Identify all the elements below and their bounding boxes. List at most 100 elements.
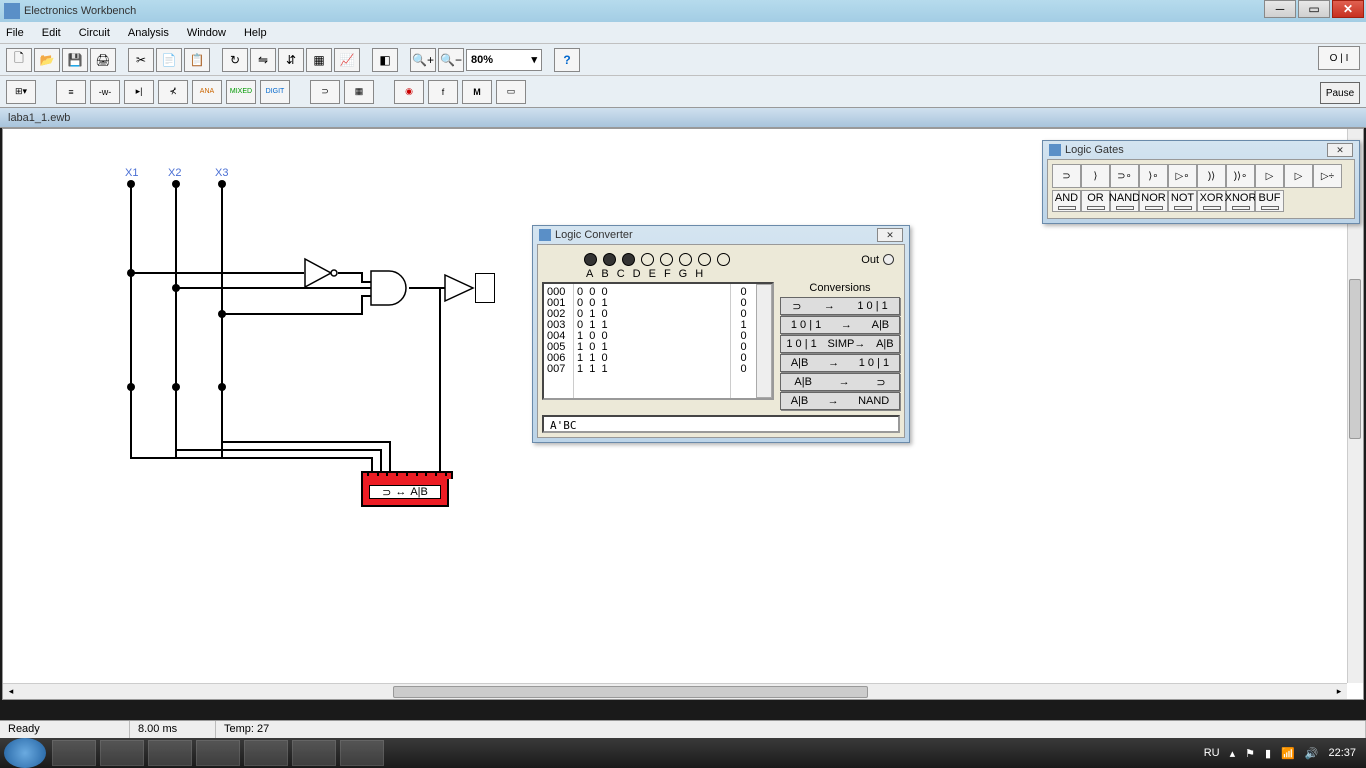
gate-and-2[interactable]: ⊃ — [1052, 164, 1081, 188]
terminal-g[interactable] — [698, 253, 711, 266]
volume-icon[interactable]: 🔊 — [1305, 747, 1319, 760]
gate-label-xor[interactable]: XOR — [1197, 190, 1226, 212]
gate-tri[interactable]: ▷ — [1284, 164, 1313, 188]
battery-icon[interactable]: ▮ — [1265, 747, 1271, 760]
cut-button[interactable]: ✂ — [128, 48, 154, 72]
component-button[interactable]: ◧ — [372, 48, 398, 72]
flag-icon[interactable]: ⚑ — [1245, 747, 1255, 760]
zoom-in-button[interactable]: 🔍+ — [410, 48, 436, 72]
gate-label-and[interactable]: AND — [1052, 190, 1081, 212]
terminal-a[interactable] — [584, 253, 597, 266]
gate-xor-2[interactable]: )⟩ — [1197, 164, 1226, 188]
horizontal-scrollbar[interactable]: ◂▸ — [3, 683, 1347, 699]
task-item[interactable] — [244, 740, 288, 766]
conversion-button-5[interactable]: A|B→NAND — [780, 392, 900, 410]
terminal-h[interactable] — [717, 253, 730, 266]
zoom-out-button[interactable]: 🔍− — [438, 48, 464, 72]
table-scrollbar[interactable] — [756, 284, 772, 398]
task-item[interactable] — [292, 740, 336, 766]
conversion-button-1[interactable]: 1 0 | 1→A|B — [780, 316, 900, 334]
truth-table[interactable]: 000001002003004005006007 0 0 00 0 10 1 0… — [542, 282, 774, 400]
menu-analysis[interactable]: Analysis — [128, 27, 169, 39]
terminal-e[interactable] — [660, 253, 673, 266]
expression-field[interactable]: A'BC — [542, 415, 900, 433]
and-gate[interactable] — [369, 269, 411, 307]
tray-lang[interactable]: RU — [1204, 747, 1220, 759]
terminal-f[interactable] — [679, 253, 692, 266]
minimize-button[interactable]: ─ — [1264, 0, 1296, 18]
conversion-button-0[interactable]: ⊃→1 0 | 1 — [780, 297, 900, 315]
task-item[interactable] — [100, 740, 144, 766]
rotate-button[interactable]: ↻ — [222, 48, 248, 72]
not-gate[interactable] — [303, 257, 339, 289]
gate-label-not[interactable]: NOT — [1168, 190, 1197, 212]
gate-label-or[interactable]: OR — [1081, 190, 1110, 212]
indicators-button[interactable]: ◉ — [394, 80, 424, 104]
gate-not[interactable]: ▷∘ — [1168, 164, 1197, 188]
gate-nand-2[interactable]: ⊃∘ — [1110, 164, 1139, 188]
maximize-button[interactable]: ▭ — [1298, 0, 1330, 18]
zoom-select[interactable]: 80%▾ — [466, 49, 542, 71]
tray-clock[interactable]: 22:37 — [1328, 747, 1356, 759]
gate-xnor-2[interactable]: )⟩∘ — [1226, 164, 1255, 188]
menu-window[interactable]: Window — [187, 27, 226, 39]
gate-label-buf[interactable]: BUF — [1255, 190, 1284, 212]
wifi-icon[interactable]: 📶 — [1281, 747, 1295, 760]
terminal-b[interactable] — [603, 253, 616, 266]
menu-circuit[interactable]: Circuit — [79, 27, 110, 39]
subcircuit-button[interactable]: ▦ — [306, 48, 332, 72]
start-button[interactable] — [4, 738, 46, 768]
favorites-button[interactable]: ⊞▾ — [6, 80, 36, 104]
task-item[interactable] — [52, 740, 96, 766]
pause-button[interactable]: Pause — [1320, 82, 1360, 104]
logic-converter-module[interactable]: ⊃↔A|B — [361, 477, 449, 507]
gate-label-nand[interactable]: NAND — [1110, 190, 1139, 212]
gate-label-xnor[interactable]: XNOR — [1226, 190, 1255, 212]
gate-nor-2[interactable]: ⟩∘ — [1139, 164, 1168, 188]
gate-tri-inv[interactable]: ▷÷ — [1313, 164, 1342, 188]
chevron-up-icon[interactable]: ▴ — [1230, 747, 1236, 760]
mixed-button[interactable]: MIXED — [226, 80, 256, 104]
gate-buf[interactable]: ▷ — [1255, 164, 1284, 188]
task-item[interactable] — [196, 740, 240, 766]
analog-button[interactable]: ANA — [192, 80, 222, 104]
copy-button[interactable]: 📄 — [156, 48, 182, 72]
help-button[interactable]: ? — [554, 48, 580, 72]
open-button[interactable]: 📂 — [34, 48, 60, 72]
gate-label-nor[interactable]: NOR — [1139, 190, 1168, 212]
gate-or-2[interactable]: ⟩ — [1081, 164, 1110, 188]
diodes-button[interactable]: ▸| — [124, 80, 154, 104]
graph-button[interactable]: 📈 — [334, 48, 360, 72]
transistors-button[interactable]: ⊀ — [158, 80, 188, 104]
controls-button[interactable]: f — [428, 80, 458, 104]
panel-close-button[interactable]: ✕ — [877, 228, 903, 242]
logic-gates-button[interactable]: ⊃ — [310, 80, 340, 104]
close-button[interactable]: ✕ — [1332, 0, 1364, 18]
terminal-c[interactable] — [622, 253, 635, 266]
conversion-button-3[interactable]: A|B→1 0 | 1 — [780, 354, 900, 372]
buffer-gate[interactable] — [443, 273, 479, 303]
print-button[interactable]: 🖨 — [90, 48, 116, 72]
task-item[interactable] — [340, 740, 384, 766]
digital-ic-button[interactable]: ▦ — [344, 80, 374, 104]
sources-button[interactable]: ≡ — [56, 80, 86, 104]
panel-close-button[interactable]: ✕ — [1327, 143, 1353, 157]
misc-button[interactable]: M — [462, 80, 492, 104]
save-button[interactable]: 💾 — [62, 48, 88, 72]
terminal-d[interactable] — [641, 253, 654, 266]
digital-button[interactable]: DIGIT — [260, 80, 290, 104]
basic-button[interactable]: -w- — [90, 80, 120, 104]
menu-edit[interactable]: Edit — [42, 27, 61, 39]
paste-button[interactable]: 📋 — [184, 48, 210, 72]
conversion-button-2[interactable]: 1 0 | 1SIMP→A|B — [780, 335, 900, 353]
instruments-button[interactable]: ▭ — [496, 80, 526, 104]
new-button[interactable]: 🗋 — [6, 48, 32, 72]
menu-file[interactable]: File — [6, 27, 24, 39]
flip-v-button[interactable]: ⇵ — [278, 48, 304, 72]
menu-help[interactable]: Help — [244, 27, 267, 39]
task-item[interactable] — [148, 740, 192, 766]
power-switch[interactable]: O | I — [1318, 46, 1360, 70]
document-tab[interactable]: laba1_1.ewb — [0, 108, 1366, 128]
flip-h-button[interactable]: ⇋ — [250, 48, 276, 72]
conversion-button-4[interactable]: A|B→⊃ — [780, 373, 900, 391]
